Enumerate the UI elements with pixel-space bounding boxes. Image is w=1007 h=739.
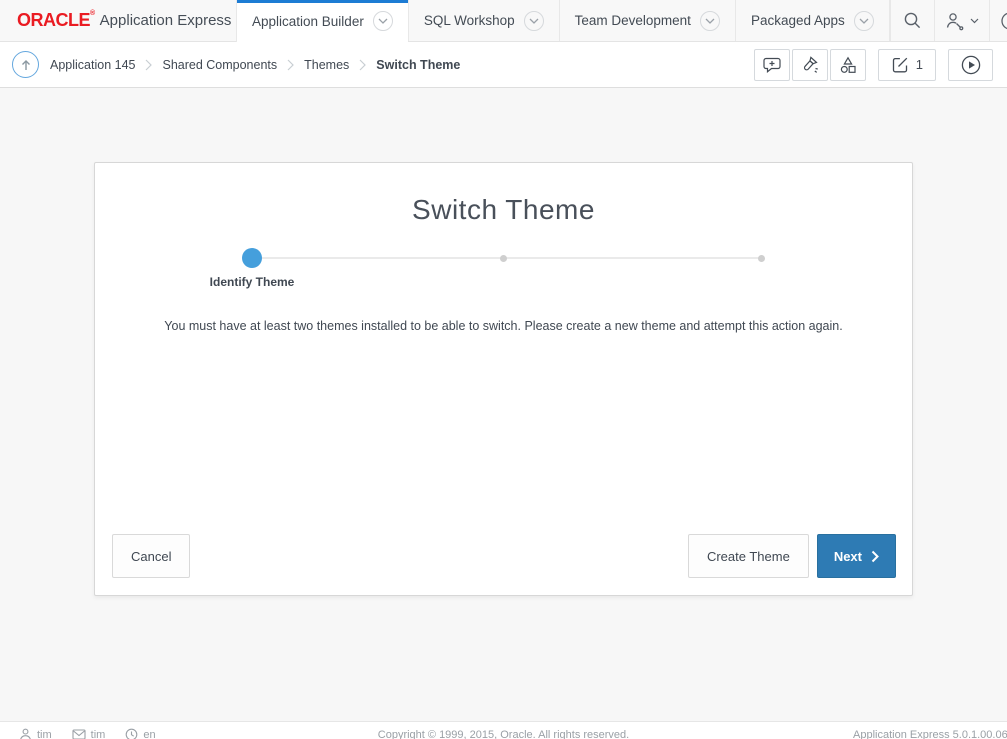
breadcrumb-current-switch-theme: Switch Theme (376, 58, 460, 72)
page-toolbar: 1 (754, 49, 993, 81)
footer-user: tim (19, 728, 52, 739)
chevron-down-icon[interactable] (373, 11, 393, 31)
edit-page-number: 1 (916, 57, 923, 72)
next-button-label: Next (834, 549, 862, 564)
progress-step-2 (500, 255, 507, 262)
tab-application-builder[interactable]: Application Builder (236, 0, 408, 42)
tab-label: SQL Workshop (424, 13, 515, 28)
tab-sql-workshop[interactable]: SQL Workshop (408, 0, 559, 41)
tab-team-development[interactable]: Team Development (559, 0, 735, 41)
breadcrumb-separator-icon (287, 59, 294, 71)
chevron-down-icon[interactable] (524, 11, 544, 31)
breadcrumb: Application 145 Shared Components Themes… (50, 58, 460, 72)
footer-language: en (125, 728, 155, 739)
tab-label: Packaged Apps (751, 13, 845, 28)
main-tabs: Application Builder SQL Workshop Team De… (236, 0, 890, 41)
breadcrumb-separator-icon (145, 59, 152, 71)
toolbar-icon-group (754, 49, 866, 81)
clock-icon (125, 728, 138, 739)
breadcrumb-themes[interactable]: Themes (304, 58, 349, 72)
chevron-right-icon (871, 550, 879, 563)
progress-step-3 (758, 255, 765, 262)
breadcrumb-separator-icon (359, 59, 366, 71)
admin-user-wrench-icon (945, 11, 965, 31)
cancel-button[interactable]: Cancel (112, 534, 190, 578)
shared-components-button[interactable] (830, 49, 866, 81)
footer-language-code: en (143, 729, 155, 739)
progress-step-current (242, 248, 262, 268)
wizard-button-bar: Cancel Create Theme Next (112, 534, 896, 578)
trademark-mark: ® (90, 10, 95, 17)
wizard-progress-train: Identify Theme (242, 248, 765, 290)
spotlight-search-button[interactable] (792, 49, 828, 81)
search-icon (903, 11, 922, 30)
search-button[interactable] (890, 0, 934, 41)
page-footer: tim tim en Copyright © 1999, 2015, Oracl… (0, 721, 1007, 739)
administration-menu-button[interactable] (934, 0, 989, 41)
footer-user-name: tim (37, 729, 52, 739)
breadcrumb-application[interactable]: Application 145 (50, 58, 135, 72)
chevron-down-icon[interactable] (854, 11, 874, 31)
product-name-text: Application Express (100, 12, 232, 29)
tab-packaged-apps[interactable]: Packaged Apps (735, 0, 890, 41)
help-menu-button[interactable]: ? (989, 0, 1007, 41)
wizard-right-buttons: Create Theme Next (688, 534, 896, 578)
progress-line (252, 257, 762, 259)
top-navigation-bar: ORACLE® Application Express Application … (0, 0, 1007, 42)
tab-label: Application Builder (252, 14, 364, 29)
footer-session-info: tim tim en (19, 728, 156, 739)
footer-workspace-name: tim (91, 729, 106, 739)
oracle-apex-logo: ORACLE® Application Express (0, 0, 236, 41)
next-button[interactable]: Next (817, 534, 896, 578)
current-step-label: Identify Theme (210, 275, 295, 289)
chevron-down-icon[interactable] (700, 11, 720, 31)
envelope-icon (72, 729, 86, 739)
top-icon-group: ? (890, 0, 1007, 41)
oracle-brand-text: ORACLE® (17, 10, 95, 31)
tab-label: Team Development (575, 13, 691, 28)
page-content: Switch Theme Identify Theme You must hav… (0, 88, 1007, 721)
footer-version: Application Express 5.0.1.00.06 (853, 729, 1007, 739)
switch-theme-wizard-card: Switch Theme Identify Theme You must hav… (94, 162, 913, 596)
footer-workspace: tim (72, 729, 106, 739)
run-application-button[interactable] (948, 49, 993, 81)
edit-page-icon (891, 56, 909, 74)
breadcrumb-shared-components[interactable]: Shared Components (162, 58, 277, 72)
user-icon (19, 728, 32, 739)
wizard-message: You must have at least two themes instal… (95, 319, 912, 333)
edit-page-button[interactable]: 1 (878, 49, 936, 81)
footer-copyright: Copyright © 1999, 2015, Oracle. All righ… (378, 729, 629, 739)
chevron-down-icon (970, 18, 979, 24)
breadcrumb-bar: Application 145 Shared Components Themes… (0, 42, 1007, 88)
help-icon: ? (1000, 11, 1007, 31)
up-level-button[interactable] (12, 51, 39, 78)
feedback-button[interactable] (754, 49, 790, 81)
create-theme-button[interactable]: Create Theme (688, 534, 809, 578)
page-title: Switch Theme (95, 194, 912, 226)
